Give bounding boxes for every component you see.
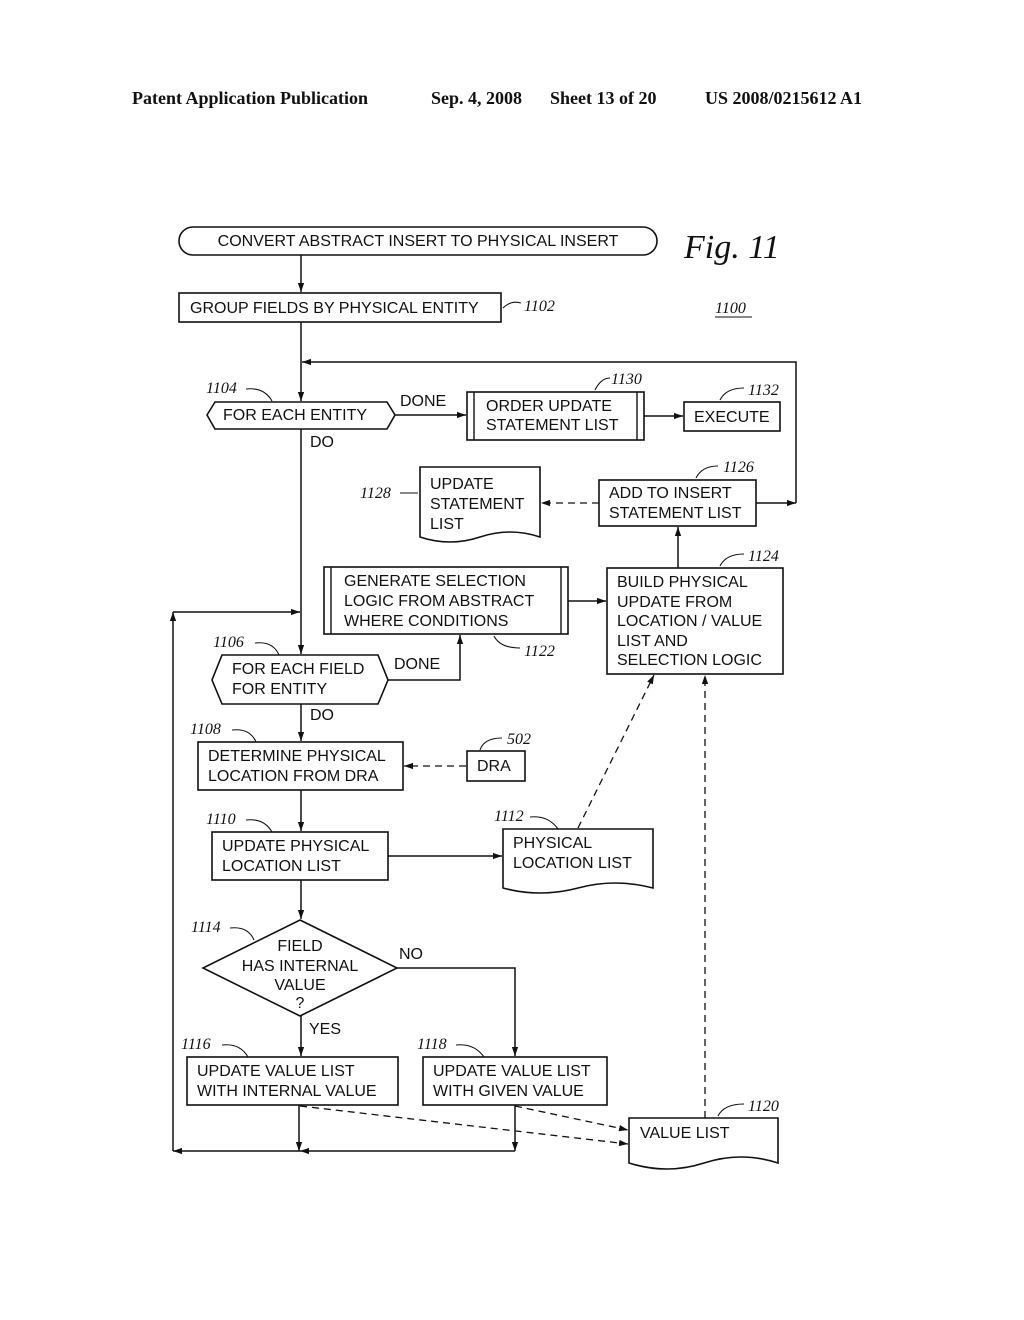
node-1132-label: EXECUTE [694,409,770,426]
edge-label-entity-do: DO [310,434,334,451]
ref-1102: 1102 [524,298,555,315]
ref-1124: 1124 [748,548,779,565]
ref-1130: 1130 [611,371,642,388]
node-1116-line-2: WITH INTERNAL VALUE [197,1083,377,1100]
node-1106-for-each-field: FOR EACH FIELD FOR ENTITY 1106 [211,634,389,705]
node-1124-build-physical-update: BUILD PHYSICAL UPDATE FROM LOCATION / VA… [606,548,784,675]
node-1106-line-1: FOR EACH FIELD [232,661,364,678]
node-502-label: DRA [477,758,511,775]
node-1124-line-4: LIST AND [617,633,688,650]
ref-1122: 1122 [524,643,555,660]
node-1128-line-2: STATEMENT [430,496,525,513]
node-1126-line-2: STATEMENT LIST [609,505,742,522]
start-terminator: CONVERT ABSTRACT INSERT TO PHYSICAL INSE… [178,226,658,256]
node-1124-line-5: SELECTION LOGIC [617,652,762,669]
node-1130-order-update: ORDER UPDATE STATEMENT LIST 1130 [466,371,645,441]
node-1110-line-2: LOCATION LIST [222,858,341,875]
node-1118-line-1: UPDATE VALUE LIST [433,1063,591,1080]
edge-1114-no-to-1118 [397,967,519,1056]
node-1102-group-fields: GROUP FIELDS BY PHYSICAL ENTITY 1102 [178,292,555,323]
node-1126-add-to-insert: ADD TO INSERT STATEMENT LIST 1126 [598,459,757,527]
ref-1126: 1126 [723,459,754,476]
node-1114-line-2: HAS INTERNAL [242,958,359,975]
node-1110-update-location-list: UPDATE PHYSICAL LOCATION LIST 1110 [206,811,389,881]
ref-1108: 1108 [190,721,221,738]
node-1102-label: GROUP FIELDS BY PHYSICAL ENTITY [190,300,479,317]
node-1122-line-3: WHERE CONDITIONS [344,613,508,630]
ref-1106: 1106 [213,634,244,651]
node-1128-line-3: LIST [430,516,464,533]
node-1110-line-1: UPDATE PHYSICAL [222,838,369,855]
flow-1112-to-1124 [577,674,655,829]
ref-1104: 1104 [206,380,237,397]
flow-1116-to-1120 [299,1105,629,1147]
node-1128-line-1: UPDATE [430,476,494,493]
node-1104-label: FOR EACH ENTITY [223,407,367,424]
node-1130-line-1: ORDER UPDATE [486,398,612,415]
edge-label-no: NO [399,946,423,963]
flowchart: Fig. 11 1100 CONVERT ABSTRACT INSERT TO … [169,226,797,1170]
node-1108-determine-location: DETERMINE PHYSICAL LOCATION FROM DRA 110… [190,721,404,791]
ref-1128: 1128 [360,485,391,502]
node-1122-line-1: GENERATE SELECTION [344,573,526,590]
node-1116-update-internal-value: UPDATE VALUE LIST WITH INTERNAL VALUE 11… [181,1036,399,1106]
node-1114-line-3: VALUE [274,977,325,994]
node-1112-line-2: LOCATION LIST [513,855,632,872]
edge-label-field-do: DO [310,707,334,724]
flow-1118-to-1120 [514,1105,629,1132]
node-1130-line-2: STATEMENT LIST [486,417,619,434]
node-1124-line-1: BUILD PHYSICAL [617,574,748,591]
ref-1120: 1120 [748,1098,779,1115]
start-label: CONVERT ABSTRACT INSERT TO PHYSICAL INSE… [218,233,619,250]
node-1132-execute: EXECUTE 1132 [683,382,781,432]
edge-label-entity-done: DONE [400,393,446,410]
ref-1110: 1110 [206,811,236,828]
node-1124-line-2: UPDATE FROM [617,594,732,611]
edge-label-field-done: DONE [394,656,440,673]
ref-1116: 1116 [181,1036,211,1053]
node-1112-line-1: PHYSICAL [513,835,592,852]
node-502-dra: DRA 502 [466,731,531,782]
node-1124-line-3: LOCATION / VALUE [617,613,762,630]
node-1114-line-1: FIELD [277,938,322,955]
ref-1118: 1118 [417,1036,447,1053]
node-1114-line-4: ? [296,995,305,1012]
node-1118-update-given-value: UPDATE VALUE LIST WITH GIVEN VALUE 1118 [417,1036,608,1106]
node-1106-line-2: FOR ENTITY [232,681,327,698]
node-1122-generate-selection: GENERATE SELECTION LOGIC FROM ABSTRACT W… [323,566,569,660]
node-1116-line-1: UPDATE VALUE LIST [197,1063,355,1080]
node-1120-value-list: VALUE LIST 1120 [628,1098,779,1170]
node-1128-update-statement-list: UPDATE STATEMENT LIST 1128 [360,466,541,543]
node-1118-line-2: WITH GIVEN VALUE [433,1083,584,1100]
edge-label-yes: YES [309,1021,341,1038]
ref-1114: 1114 [191,919,221,936]
figure-label: Fig. 11 [683,229,780,266]
ref-502: 502 [507,731,531,748]
node-1126-line-1: ADD TO INSERT [609,485,732,502]
node-1108-line-2: LOCATION FROM DRA [208,768,379,785]
node-1114-decision: FIELD HAS INTERNAL VALUE ? 1114 [191,919,399,1017]
node-1108-line-1: DETERMINE PHYSICAL [208,748,386,765]
ref-1112: 1112 [494,808,524,825]
figure-ref: 1100 [715,300,746,317]
ref-1132: 1132 [748,382,779,399]
node-1120-label: VALUE LIST [640,1125,730,1142]
node-1112-physical-location-list: PHYSICAL LOCATION LIST 1112 [494,808,654,894]
node-1122-line-2: LOGIC FROM ABSTRACT [344,593,534,610]
